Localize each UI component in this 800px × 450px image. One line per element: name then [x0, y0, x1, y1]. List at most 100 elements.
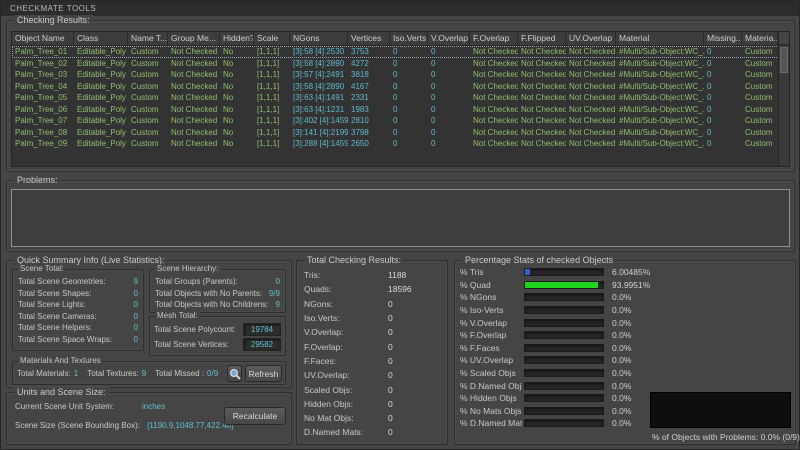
- progress-bar: [524, 356, 604, 364]
- column-header[interactable]: Group Me...: [168, 32, 220, 45]
- stat-value: 93.9951%: [612, 280, 650, 290]
- stat-value: 0.0%: [612, 393, 631, 403]
- stat-label: Total Scene Space Wraps:: [18, 335, 112, 344]
- table-cell: 4167: [348, 81, 390, 93]
- stat-label: D.Named Mats:: [304, 427, 388, 437]
- total-checking-group: Total Checking Results: Tris:1188Quads:1…: [296, 260, 448, 445]
- column-header[interactable]: NGons: [290, 32, 348, 45]
- table-cell: [1,1,1]: [254, 104, 290, 116]
- table-cell: Not Checked: [566, 138, 616, 150]
- table-cell: Editable_Poly: [74, 115, 128, 127]
- table-cell: [1,1,1]: [254, 127, 290, 139]
- percentage-stat-row: % Iso-Verts0.0%: [455, 304, 795, 317]
- table-row[interactable]: Palm_Tree_02Editable_PolyCustomNot Check…: [12, 58, 789, 70]
- progress-bar: [524, 382, 604, 390]
- table-cell: 2650: [348, 138, 390, 150]
- stat-value: 0: [134, 312, 138, 321]
- table-cell: 4272: [348, 58, 390, 70]
- stat-label: % F.Overlap: [460, 330, 522, 340]
- quick-summary-group: Quick Summary Info (Live Statistics): Sc…: [6, 260, 292, 388]
- total-checking-row: V.Overlap:0: [297, 325, 447, 339]
- stat-value: 0: [388, 399, 393, 409]
- table-row[interactable]: Palm_Tree_06Editable_PolyCustomNot Check…: [12, 104, 789, 116]
- table-cell: 0: [390, 138, 428, 150]
- progress-bar: [524, 394, 604, 402]
- column-header[interactable]: F.Flipped: [518, 32, 566, 45]
- stat-value: 9: [276, 300, 280, 309]
- table-cell: Custom: [742, 58, 778, 70]
- stat-value: 0: [388, 327, 393, 337]
- scene-hierarchy-group: Scene Hierarchy: Total Groups (Parents):…: [149, 269, 286, 313]
- column-header[interactable]: Missing...: [704, 32, 742, 45]
- column-header[interactable]: UV.Overlap: [566, 32, 616, 45]
- table-cell: Not Checked: [518, 138, 566, 150]
- stat-value: 0.0%: [612, 406, 631, 416]
- column-header[interactable]: Scale: [254, 32, 290, 45]
- column-header[interactable]: Name T...: [128, 32, 168, 45]
- view-textures-button[interactable]: [227, 365, 242, 382]
- column-header[interactable]: Object Name: [12, 32, 74, 45]
- stat-label: NGons:: [304, 299, 388, 309]
- table-cell: 0: [704, 127, 742, 139]
- table-cell: 3798: [348, 127, 390, 139]
- column-header[interactable]: Hidden?: [220, 32, 254, 45]
- table-cell: Custom: [128, 46, 168, 58]
- table-row[interactable]: Palm_Tree_01Editable_PolyCustomNot Check…: [12, 46, 789, 58]
- column-header[interactable]: Vertices: [348, 32, 390, 45]
- percentage-stat-row: % Scaled Objs0.0%: [455, 367, 795, 380]
- total-checking-row: Scaled Objs:0: [297, 382, 447, 396]
- table-cell: No: [220, 104, 254, 116]
- table-row[interactable]: Palm_Tree_09Editable_PolyCustomNot Check…: [12, 138, 789, 150]
- summary-stat-row: Total Scene Shapes:0: [13, 288, 143, 300]
- table-cell: 0: [428, 58, 470, 70]
- recalculate-button[interactable]: Recalculate: [224, 407, 286, 425]
- total-checking-label: Total Checking Results:: [304, 255, 404, 265]
- stat-value: 0.0%: [612, 305, 631, 315]
- stat-label: Total Scene Shapes:: [18, 289, 91, 298]
- table-cell: #Multi/Sub-Object:WC_...: [616, 92, 704, 104]
- percentage-stats-group: Percentage Stats of checked Objects % Tr…: [454, 260, 796, 445]
- table-cell: Custom: [128, 58, 168, 70]
- table-cell: Custom: [128, 115, 168, 127]
- stat-value: 0.0%: [612, 330, 631, 340]
- table-cell: Not Checked: [168, 69, 220, 81]
- table-cell: #Multi/Sub-Object:WC_...: [616, 104, 704, 116]
- table-cell: 0: [704, 58, 742, 70]
- stat-value: 0: [134, 335, 138, 344]
- percentage-stat-row: % NGons0.0%: [455, 291, 795, 304]
- column-header[interactable]: Materia...: [742, 32, 778, 45]
- column-header[interactable]: Iso.Verts: [390, 32, 428, 45]
- percentage-stat-row: % UV.Overlap0.0%: [455, 354, 795, 367]
- mesh-stat-row: Total Scene Polycount:19784: [150, 322, 285, 337]
- mesh-total-group: Mesh Total: Total Scene Polycount:19784T…: [149, 316, 286, 356]
- materials-group: Materials And Textures Total Materials:1…: [12, 361, 286, 385]
- stat-label: No Mat Objs:: [304, 413, 388, 423]
- refresh-button[interactable]: Refresh: [245, 365, 282, 382]
- table-row[interactable]: Palm_Tree_03Editable_PolyCustomNot Check…: [12, 69, 789, 81]
- column-header[interactable]: Material: [616, 32, 704, 45]
- table-row[interactable]: Palm_Tree_07Editable_PolyCustomNot Check…: [12, 115, 789, 127]
- table-cell: [1,1,1]: [254, 69, 290, 81]
- problems-display-panel: [650, 392, 791, 428]
- table-row[interactable]: Palm_Tree_04Editable_PolyCustomNot Check…: [12, 81, 789, 93]
- stat-value: 0.0%: [612, 343, 631, 353]
- scrollbar-thumb[interactable]: [780, 47, 788, 73]
- table-cell: Editable_Poly: [74, 69, 128, 81]
- column-header[interactable]: Class: [74, 32, 128, 45]
- summary-stat-row: Total Groups (Parents):0: [150, 276, 285, 288]
- scene-hierarchy-label: Scene Hierarchy:: [155, 264, 220, 273]
- table-cell: Not Checked: [470, 104, 518, 116]
- column-header[interactable]: V.Overlap: [428, 32, 470, 45]
- stat-value: 0.0%: [612, 368, 631, 378]
- table-cell: Not Checked: [470, 81, 518, 93]
- table-cell: Palm_Tree_09: [12, 138, 74, 150]
- table-row[interactable]: Palm_Tree_08Editable_PolyCustomNot Check…: [12, 127, 789, 139]
- table-cell: [3]:63 [4]:1231: [290, 104, 348, 116]
- table-cell: Not Checked: [470, 46, 518, 58]
- results-table-scrollbar[interactable]: [778, 32, 789, 166]
- stat-label: F.Overlap:: [304, 342, 388, 352]
- table-row[interactable]: Palm_Tree_05Editable_PolyCustomNot Check…: [12, 92, 789, 104]
- table-cell: 1983: [348, 104, 390, 116]
- summary-stat-row: Total Scene Space Wraps: 0: [13, 334, 143, 346]
- column-header[interactable]: F.Overlap: [470, 32, 518, 45]
